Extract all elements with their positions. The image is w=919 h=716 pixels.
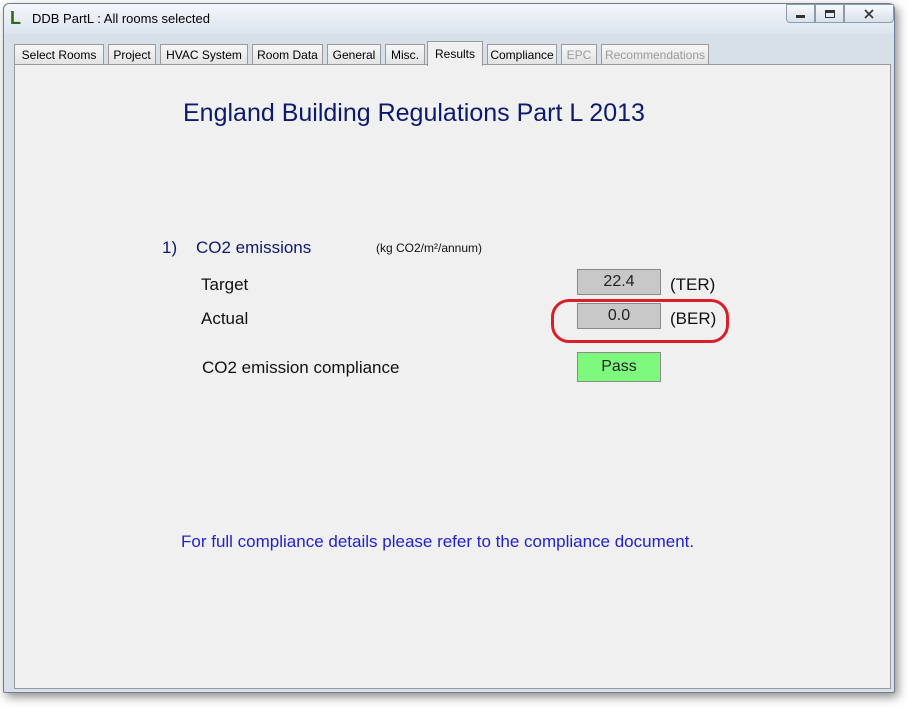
compliance-status-badge: Pass (577, 352, 661, 382)
section-title: CO2 emissions (196, 238, 312, 257)
target-value: 22.4 (577, 269, 661, 295)
section-number: 1) (162, 238, 178, 257)
target-label: Target (201, 275, 249, 294)
tab-hvac-system[interactable]: HVAC System (160, 44, 248, 64)
highlight-annotation (551, 299, 729, 343)
window-title: DDB PartL : All rooms selected (32, 11, 210, 26)
tab-compliance[interactable]: Compliance (487, 44, 557, 64)
close-icon (864, 8, 874, 19)
compliance-note: For full compliance details please refer… (181, 532, 695, 551)
compliance-label: CO2 emission compliance (202, 358, 400, 377)
close-button[interactable] (844, 4, 894, 23)
ter-label: (TER) (670, 275, 716, 294)
minimize-button[interactable] (786, 4, 815, 23)
tab-recommendations[interactable]: Recommendations (601, 44, 709, 64)
units-label: (kg CO2/m²/annum) (376, 241, 483, 255)
tab-project[interactable]: Project (108, 44, 156, 64)
app-window: L DDB PartL : All rooms selected Select … (3, 3, 895, 693)
tab-misc[interactable]: Misc. (385, 44, 425, 64)
maximize-icon (824, 9, 835, 18)
tab-room-data[interactable]: Room Data (252, 44, 323, 64)
tab-results[interactable]: Results (427, 41, 483, 66)
tab-select-rooms[interactable]: Select Rooms (14, 44, 104, 64)
app-logo-icon: L (10, 8, 21, 28)
actual-label: Actual (201, 309, 249, 328)
section-heading: 1) CO2 emissions (162, 238, 311, 258)
results-panel: England Building Regulations Part L 2013… (14, 64, 891, 689)
page-title: England Building Regulations Part L 2013 (183, 99, 645, 127)
tab-epc[interactable]: EPC (561, 44, 597, 64)
window-controls (786, 4, 894, 24)
minimize-icon (796, 15, 805, 18)
tab-general[interactable]: General (327, 44, 381, 64)
maximize-button[interactable] (815, 4, 844, 23)
title-bar[interactable]: L DDB PartL : All rooms selected (4, 4, 894, 34)
